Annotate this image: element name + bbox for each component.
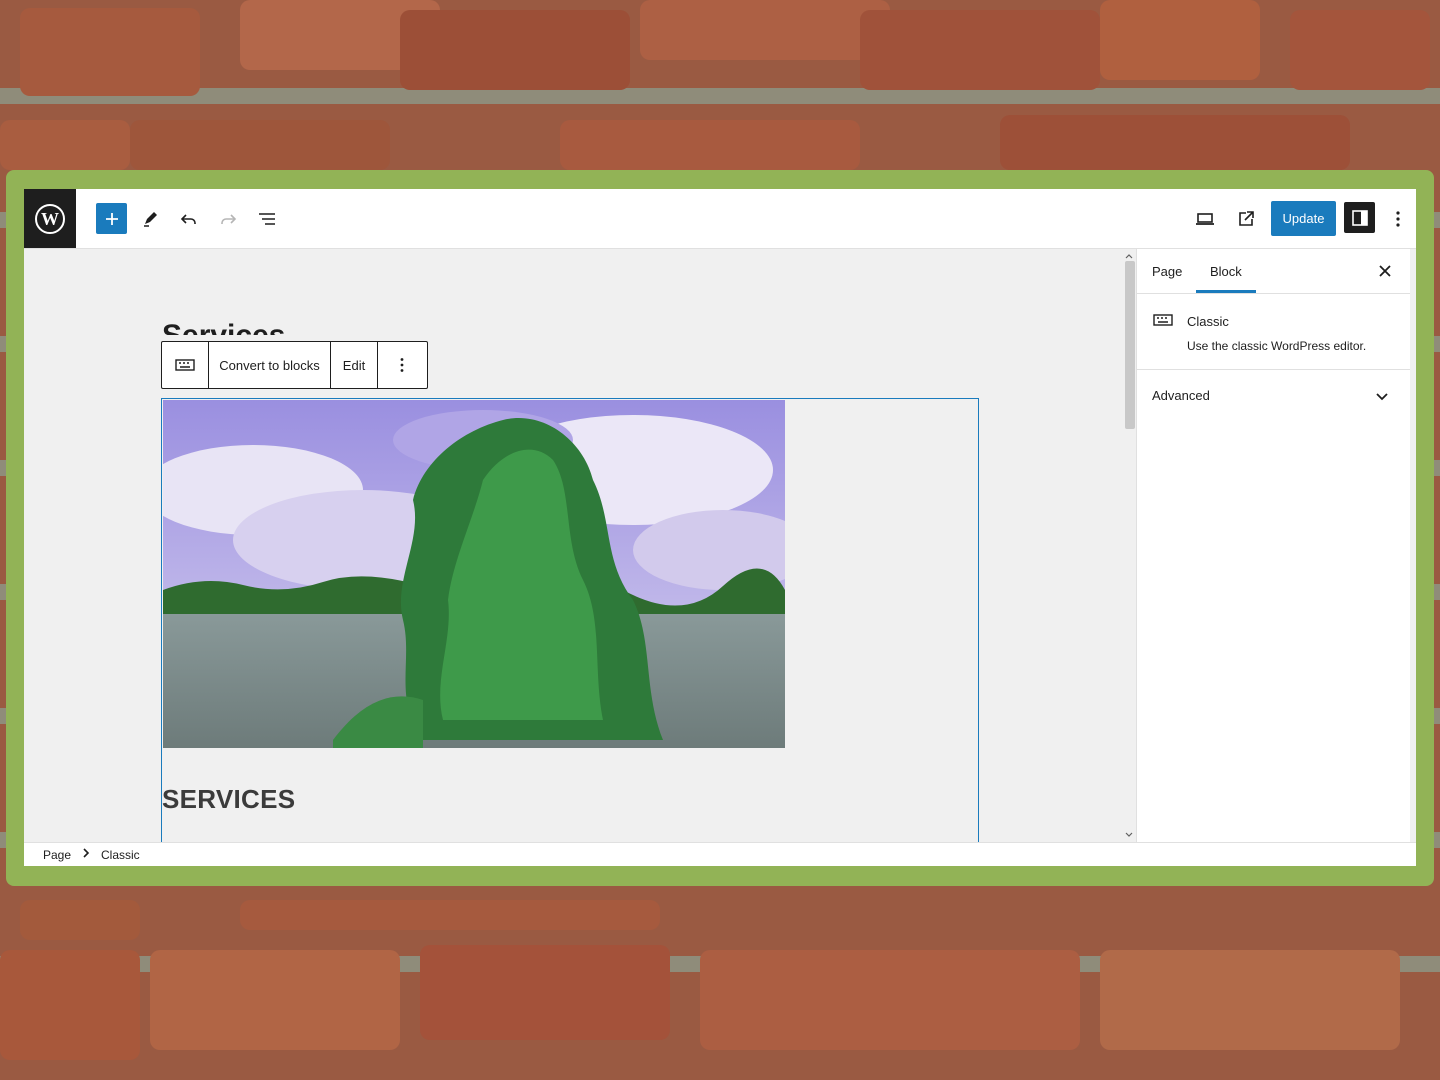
more-vertical-icon[interactable] [1383,203,1413,235]
chevron-down-icon [1376,388,1388,406]
svg-text:W: W [41,209,59,229]
services-heading: SERVICES [162,784,296,814]
list-view-icon[interactable] [251,203,283,235]
add-block-button[interactable] [96,203,127,234]
desktop-preview-icon[interactable] [1189,203,1221,235]
block-card-title: Classic [1187,314,1229,329]
page-heading-peek: Services [162,321,285,335]
breadcrumb-classic[interactable]: Classic [101,848,140,862]
update-button[interactable]: Update [1271,201,1336,236]
sidebar-tabs: Page Block [1137,249,1411,294]
breadcrumb: Page Classic [24,842,1416,866]
block-card-description: Use the classic WordPress editor. [1187,339,1367,353]
keyboard-icon [1153,313,1173,332]
tab-page[interactable]: Page [1152,249,1182,293]
chevron-right-icon [82,847,90,862]
settings-sidebar-icon[interactable] [1344,202,1375,233]
classic-block[interactable]: SERVICES [161,398,979,842]
block-toolbar: Convert to blocks Edit [161,341,428,389]
edit-button[interactable]: Edit [331,342,378,388]
sidebar-scroll-strip [1410,249,1416,842]
external-link-icon[interactable] [1230,203,1262,235]
advanced-label: Advanced [1152,388,1210,403]
tab-block[interactable]: Block [1210,249,1242,293]
breadcrumb-page[interactable]: Page [43,848,71,862]
undo-icon[interactable] [173,203,205,235]
scrollbar-thumb[interactable] [1125,261,1135,429]
keyboard-icon[interactable] [162,342,209,388]
active-tab-indicator [1196,290,1256,293]
advanced-panel-toggle[interactable]: Advanced [1137,370,1411,420]
settings-sidebar: Page Block Classic Use the classic WordP… [1136,249,1411,842]
redo-icon[interactable] [212,203,244,235]
tree-lake-image [163,400,785,748]
more-options-icon[interactable] [378,342,425,388]
editor-canvas[interactable]: Services Convert to blocks Edit [24,249,1122,842]
convert-to-blocks-button[interactable]: Convert to blocks [209,342,331,388]
close-icon[interactable] [1373,259,1397,283]
editor-top-bar: W Update [24,189,1416,249]
wordpress-editor: W Update Servic [24,189,1416,866]
block-card: Classic Use the classic WordPress editor… [1137,294,1411,370]
wordpress-logo-icon[interactable]: W [24,189,76,248]
pencil-icon[interactable] [134,203,166,235]
